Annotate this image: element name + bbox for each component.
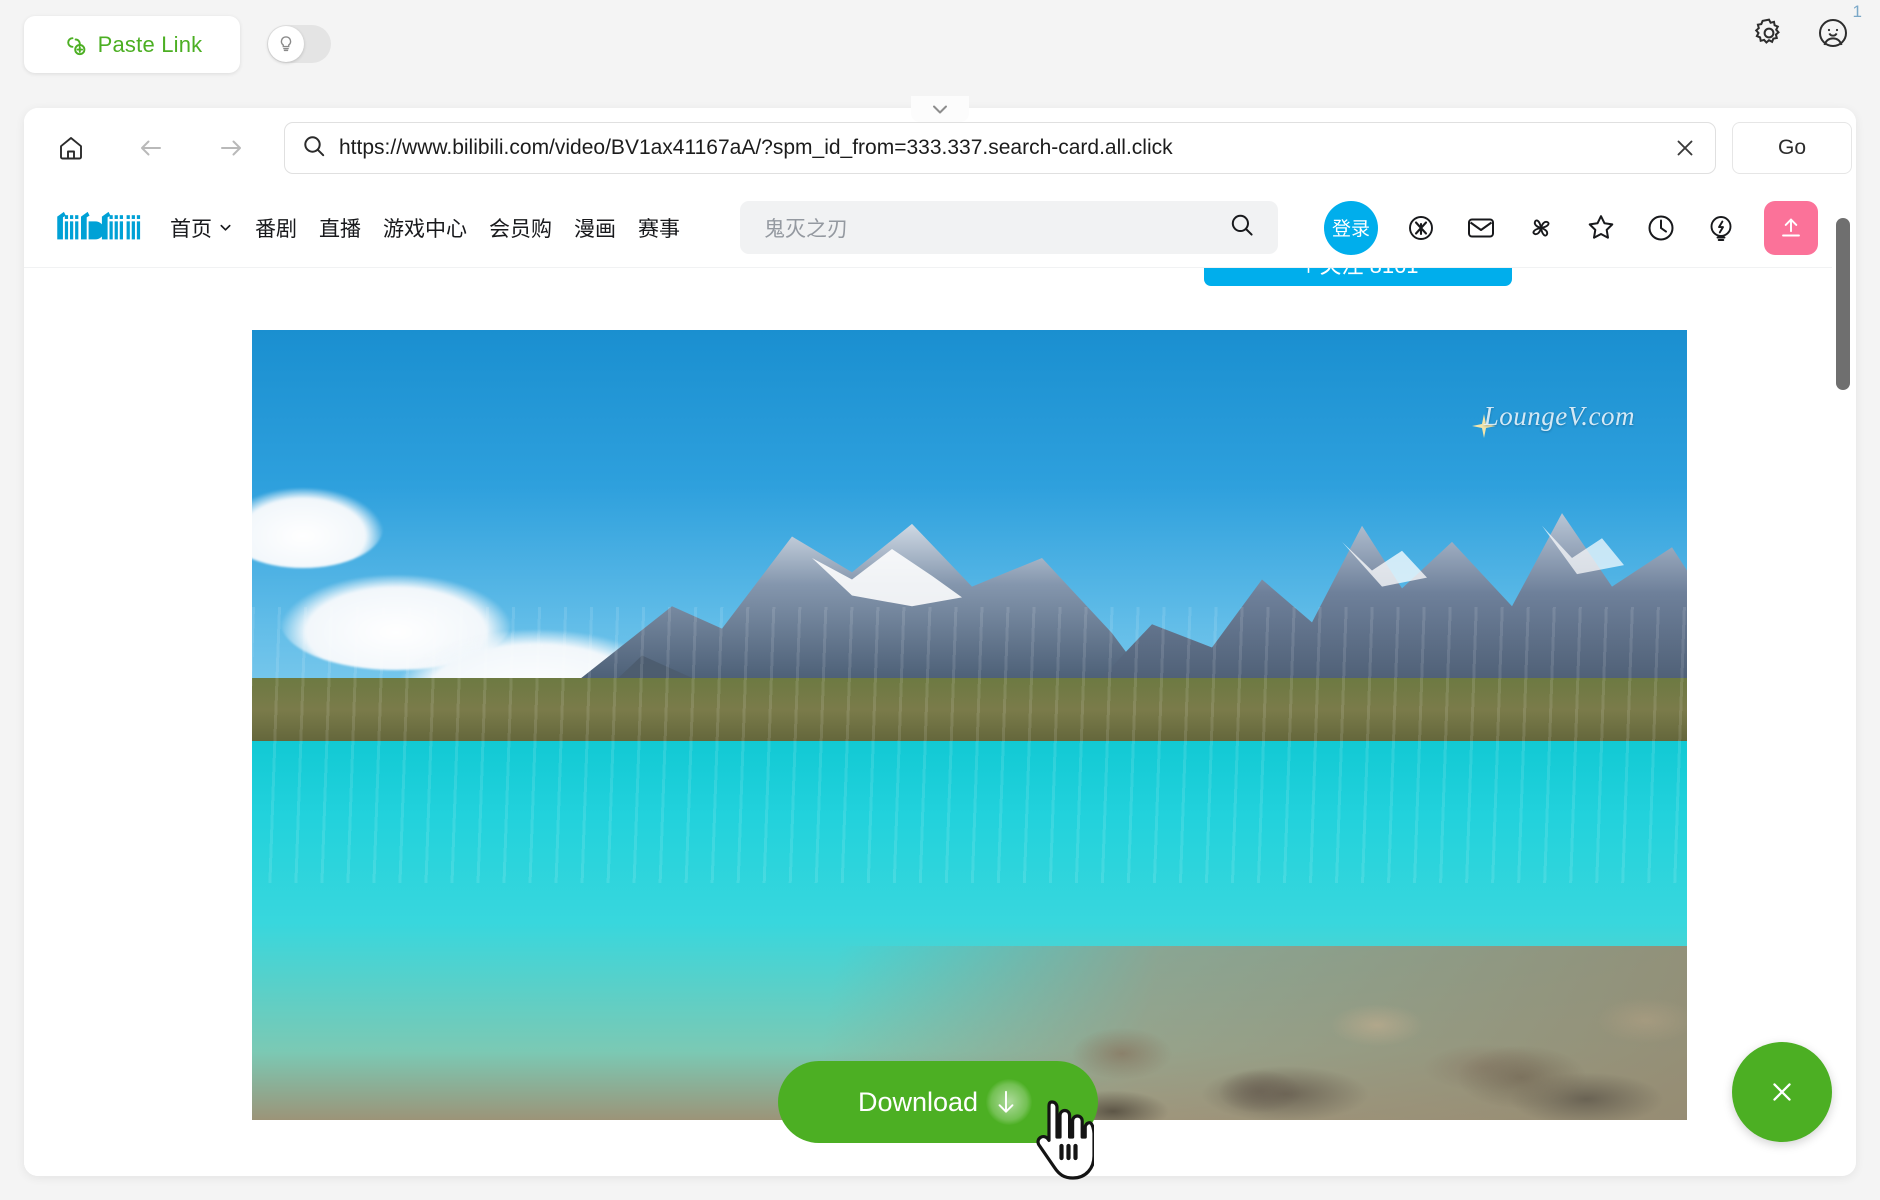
home-icon[interactable] [48,125,94,171]
user-account-icon[interactable]: 1 [1816,2,1862,50]
search-icon [301,133,327,164]
big-member-icon[interactable] [1404,211,1438,245]
nav-item-manga[interactable]: 漫画 [574,213,616,243]
video-page-body: 8350 14 2017-06-27 1 [24,242,1832,1176]
go-button[interactable]: Go [1732,122,1852,174]
panel-collapse-handle[interactable] [911,96,969,122]
nav-item-live[interactable]: 直播 [319,213,361,243]
nav-item-bangumi[interactable]: 番剧 [255,213,297,243]
login-button[interactable]: 登录 [1324,200,1378,255]
page-viewport: 首页 番剧 直播 游戏中心 会员购 漫画 赛事 鬼灭之刃 登录 LoungeV.… [24,188,1856,1176]
app-toolbar: Paste Link 1 [0,0,1880,88]
download-button[interactable]: Download [778,1061,1098,1143]
search-placeholder: 鬼灭之刃 [764,217,848,241]
site-nav: 首页 番剧 直播 游戏中心 会员购 漫画 赛事 [170,213,680,243]
close-x-icon [1773,1083,1791,1101]
bilibili-logo-icon[interactable] [54,209,146,247]
sidebar-item-home[interactable]: 首页 [170,213,233,243]
history-clock-icon[interactable] [1644,211,1678,245]
close-button[interactable] [1732,1042,1832,1142]
nav-item-member-shop[interactable]: 会员购 [489,213,552,243]
lightbulb-icon [280,36,292,52]
video-thumbnail-image: LoungeV.com [252,330,1687,1120]
video-player[interactable]: LoungeV.com [252,330,1687,1120]
paste-link-button[interactable]: Paste Link [24,16,240,73]
arrow-left-icon[interactable] [128,125,174,171]
url-input-wrapper[interactable]: https://www.bilibili.com/video/BV1ax4116… [284,122,1716,174]
scrollbar-thumb[interactable] [1836,218,1850,390]
toolbar-right-icons: 1 [1752,2,1862,50]
nav-label-home: 首页 [170,217,212,241]
page-scrollbar[interactable] [1836,188,1850,1176]
arrow-right-icon[interactable] [208,125,254,171]
search-icon[interactable] [1228,211,1256,244]
upload-button[interactable] [1764,200,1818,255]
account-badge-count: 1 [1852,2,1862,21]
video-watermark: LoungeV.com [1483,401,1635,432]
scene-lake-shimmer [252,606,1687,883]
chevron-down-icon [933,105,947,114]
link-plus-icon [62,32,88,58]
upload-icon [1782,218,1800,236]
url-input[interactable]: https://www.bilibili.com/video/BV1ax4116… [339,136,1673,160]
app-root: Paste Link 1 https://www.bilibili.com/vi… [0,0,1880,1200]
search-input[interactable]: 鬼灭之刃 [740,201,1278,254]
nav-item-esports[interactable]: 赛事 [638,213,680,243]
click-ripple [986,1079,1032,1125]
download-label: Download [857,1086,979,1117]
site-header: 首页 番剧 直播 游戏中心 会员购 漫画 赛事 鬼灭之刃 登录 [24,188,1832,268]
tip-toggle-switch[interactable] [267,25,331,63]
toggle-knob [268,26,304,62]
favorites-star-icon[interactable] [1584,211,1618,245]
scene-rocks [998,883,1687,1120]
creative-bulb-icon[interactable] [1704,211,1738,245]
paste-link-label: Paste Link [97,31,203,57]
site-header-actions: 登录 [1324,200,1818,255]
nav-item-game-center[interactable]: 游戏中心 [383,213,467,243]
url-clear-icon[interactable] [1673,136,1697,160]
dynamic-pinwheel-icon[interactable] [1524,211,1558,245]
message-envelope-icon[interactable] [1464,211,1498,245]
gear-icon[interactable] [1752,16,1786,50]
chevron-down-icon [220,224,231,231]
embedded-browser: https://www.bilibili.com/video/BV1ax4116… [24,108,1856,1176]
